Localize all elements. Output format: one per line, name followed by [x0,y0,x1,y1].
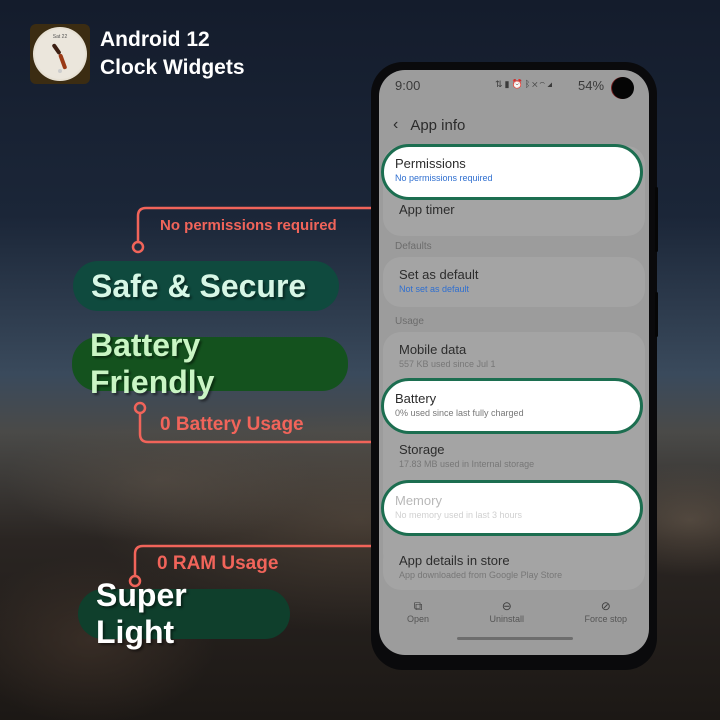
wifi-icon: ◠ [539,79,547,89]
uninstall-icon: ⊖ [501,599,512,613]
item-storage[interactable]: Storage 17.83 MB used in Internal storag… [399,442,534,469]
set-default-subtitle: Not set as default [399,284,470,294]
callout-permissions: No permissions required [160,217,337,234]
card-store: App details in store App downloaded from… [383,542,645,590]
force-stop-icon: ⊘ [600,599,611,613]
alarm-icon: ⏰ [511,79,525,89]
card-defaults: Set as default Not set as default [383,257,645,307]
battery-subtitle: 0% used since last fully charged [395,408,524,418]
highlight-memory[interactable]: Memory No memory used in last 3 hours [381,480,643,536]
item-battery[interactable]: Battery 0% used since last fully charged [395,391,524,418]
app-bar: ‹ App info [393,116,465,134]
item-app-timer[interactable]: App timer [399,202,455,217]
battery-saver-icon: ▮ [504,79,512,89]
bottom-actions: ⧉ Open ⊖ Uninstall ⊘ Force stop [379,598,649,624]
force-stop-label: Force stop [584,614,627,624]
battery-title: Battery [395,391,437,406]
highlight-permissions[interactable]: Permissions No permissions required [381,144,643,200]
section-usage: Usage [395,316,424,327]
item-app-store-details[interactable]: App details in store App downloaded from… [399,553,562,580]
storage-subtitle: 17.83 MB used in Internal storage [399,459,535,469]
store-subtitle: App downloaded from Google Play Store [399,570,563,580]
connector-dot-battery [133,401,147,415]
pill-battery-friendly: Battery Friendly [72,327,348,400]
item-mobile-data[interactable]: Mobile data 557 KB used since Jul 1 [399,342,496,369]
data-speed-icon: ⇅ [495,79,505,89]
status-icons: ⇅▮⏰ᛒ✕◠◢ [495,79,554,90]
status-battery: 54% [578,78,605,93]
gesture-nav-handle[interactable] [457,637,573,640]
item-permissions[interactable]: Permissions No permissions required [395,156,493,183]
bluetooth-icon: ᛒ [524,79,533,89]
item-set-default[interactable]: Set as default Not set as default [399,267,479,294]
connector-dot-permissions [131,240,145,254]
page-title: App info [410,116,466,134]
open-label: Open [407,614,430,624]
callout-battery: 0 Battery Usage [160,414,304,435]
memory-subtitle: No memory used in last 3 hours [395,510,523,520]
back-icon[interactable]: ‹ [393,116,398,134]
callout-ram: 0 RAM Usage [157,553,279,574]
storage-title: Storage [399,442,445,457]
signal-icon: ◢ [546,79,555,89]
pill-safe-secure: Safe & Secure [73,261,339,311]
status-time: 9:00 [395,78,421,93]
uninstall-label: Uninstall [489,614,524,624]
permissions-subtitle: No permissions required [395,173,493,183]
open-button[interactable]: ⧉ Open [407,598,429,624]
mobile-data-title: Mobile data [399,342,467,357]
set-default-title: Set as default [399,267,479,282]
front-camera [612,77,634,99]
permissions-title: Permissions [395,156,466,171]
section-defaults: Defaults [395,241,432,252]
store-title: App details in store [399,553,510,568]
open-icon: ⧉ [413,599,423,613]
power-button [655,292,658,337]
phone-screen: 9:00 ⇅▮⏰ᛒ✕◠◢ 54% ‹ App info App timer Pe… [379,70,649,655]
app-timer-title: App timer [399,202,455,217]
force-stop-button[interactable]: ⊘ Force stop [584,598,627,624]
uninstall-button[interactable]: ⊖ Uninstall [489,598,524,624]
item-memory[interactable]: Memory No memory used in last 3 hours [395,493,522,520]
mute-icon: ✕ [532,79,540,89]
status-bar: 9:00 ⇅▮⏰ᛒ✕◠◢ 54% [379,70,649,100]
highlight-battery[interactable]: Battery 0% used since last fully charged [381,378,643,434]
pill-super-light: Super Light [78,577,290,650]
mobile-data-subtitle: 557 KB used since Jul 1 [399,359,496,369]
memory-title: Memory [395,493,442,508]
card-usage: Mobile data 557 KB used since Jul 1 Stor… [383,332,645,572]
volume-button [655,187,658,252]
phone-frame: 9:00 ⇅▮⏰ᛒ✕◠◢ 54% ‹ App info App timer Pe… [371,62,658,670]
